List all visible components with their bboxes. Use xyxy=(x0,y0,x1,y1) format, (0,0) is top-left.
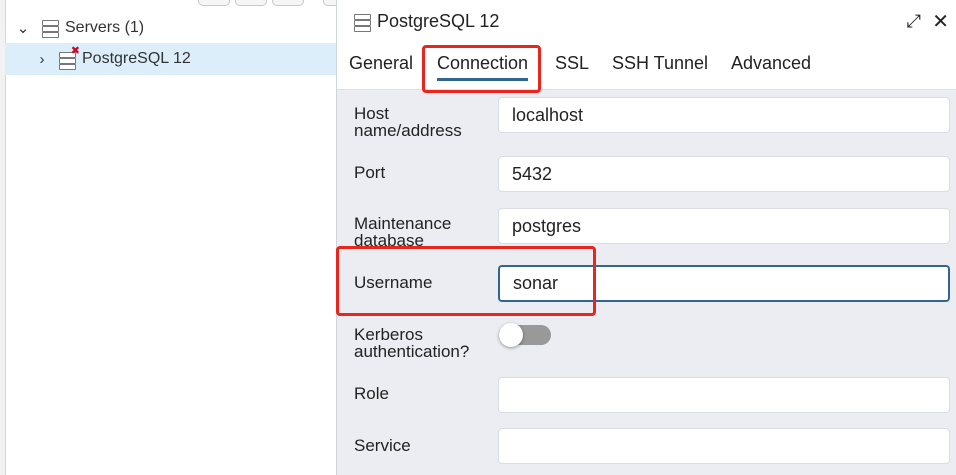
tab-general[interactable]: General xyxy=(349,53,413,74)
maintenance-db-input[interactable] xyxy=(498,208,950,244)
tab-ssh-tunnel[interactable]: SSH Tunnel xyxy=(612,53,708,74)
chevron-down-icon[interactable]: ⌄ xyxy=(13,19,33,37)
dialog-header[interactable]: PostgreSQL 12 ⤢ ✕ xyxy=(337,0,956,43)
toolbar-button[interactable] xyxy=(235,0,267,6)
server-properties-dialog: PostgreSQL 12 ⤢ ✕ General Connection SSL… xyxy=(336,0,956,475)
connection-form: Host name/address Port Maintenance datab… xyxy=(337,89,956,475)
port-input[interactable] xyxy=(498,156,950,192)
tree-item-servers[interactable]: ⌄ Servers (1) xyxy=(5,12,336,44)
username-label: Username xyxy=(354,273,433,292)
chevron-right-icon[interactable]: › xyxy=(32,51,52,68)
role-input[interactable] xyxy=(498,377,950,413)
server-label: PostgreSQL 12 xyxy=(82,50,191,67)
service-input[interactable] xyxy=(498,428,950,464)
tab-bar: General Connection SSL SSH Tunnel Advanc… xyxy=(337,43,956,90)
servers-label: Servers (1) xyxy=(65,19,145,36)
toolbar-button[interactable] xyxy=(272,0,304,6)
maintenance-db-label: Maintenance database xyxy=(354,214,452,250)
expand-arrows-icon[interactable]: ⤢ xyxy=(907,11,921,32)
database-server-icon: ✖ xyxy=(58,45,80,70)
tab-connection[interactable]: Connection xyxy=(437,53,529,81)
port-label: Port xyxy=(354,163,386,182)
toolbar-button[interactable] xyxy=(198,0,230,6)
kerberos-label: Kerberos authentication? xyxy=(354,325,470,361)
username-input[interactable] xyxy=(498,265,950,302)
role-label: Role xyxy=(354,384,389,403)
dialog-title: PostgreSQL 12 xyxy=(377,11,500,31)
close-icon[interactable]: ✕ xyxy=(932,9,949,34)
tree-item-postgresql-12[interactable]: › ✖ PostgreSQL 12 xyxy=(5,43,336,75)
service-label: Service xyxy=(354,436,411,455)
kerberos-toggle[interactable] xyxy=(499,323,551,347)
red-x-icon: ✖ xyxy=(70,45,80,57)
database-stack-icon xyxy=(41,19,59,38)
host-label: Host name/address xyxy=(354,104,462,140)
object-browser: ⌄ Servers (1) › ✖ PostgreSQL 12 xyxy=(0,0,355,475)
host-input[interactable] xyxy=(498,97,950,133)
tab-ssl[interactable]: SSL xyxy=(555,53,589,74)
toggle-knob xyxy=(499,323,523,347)
tab-advanced[interactable]: Advanced xyxy=(731,53,811,74)
database-server-icon xyxy=(353,13,371,32)
